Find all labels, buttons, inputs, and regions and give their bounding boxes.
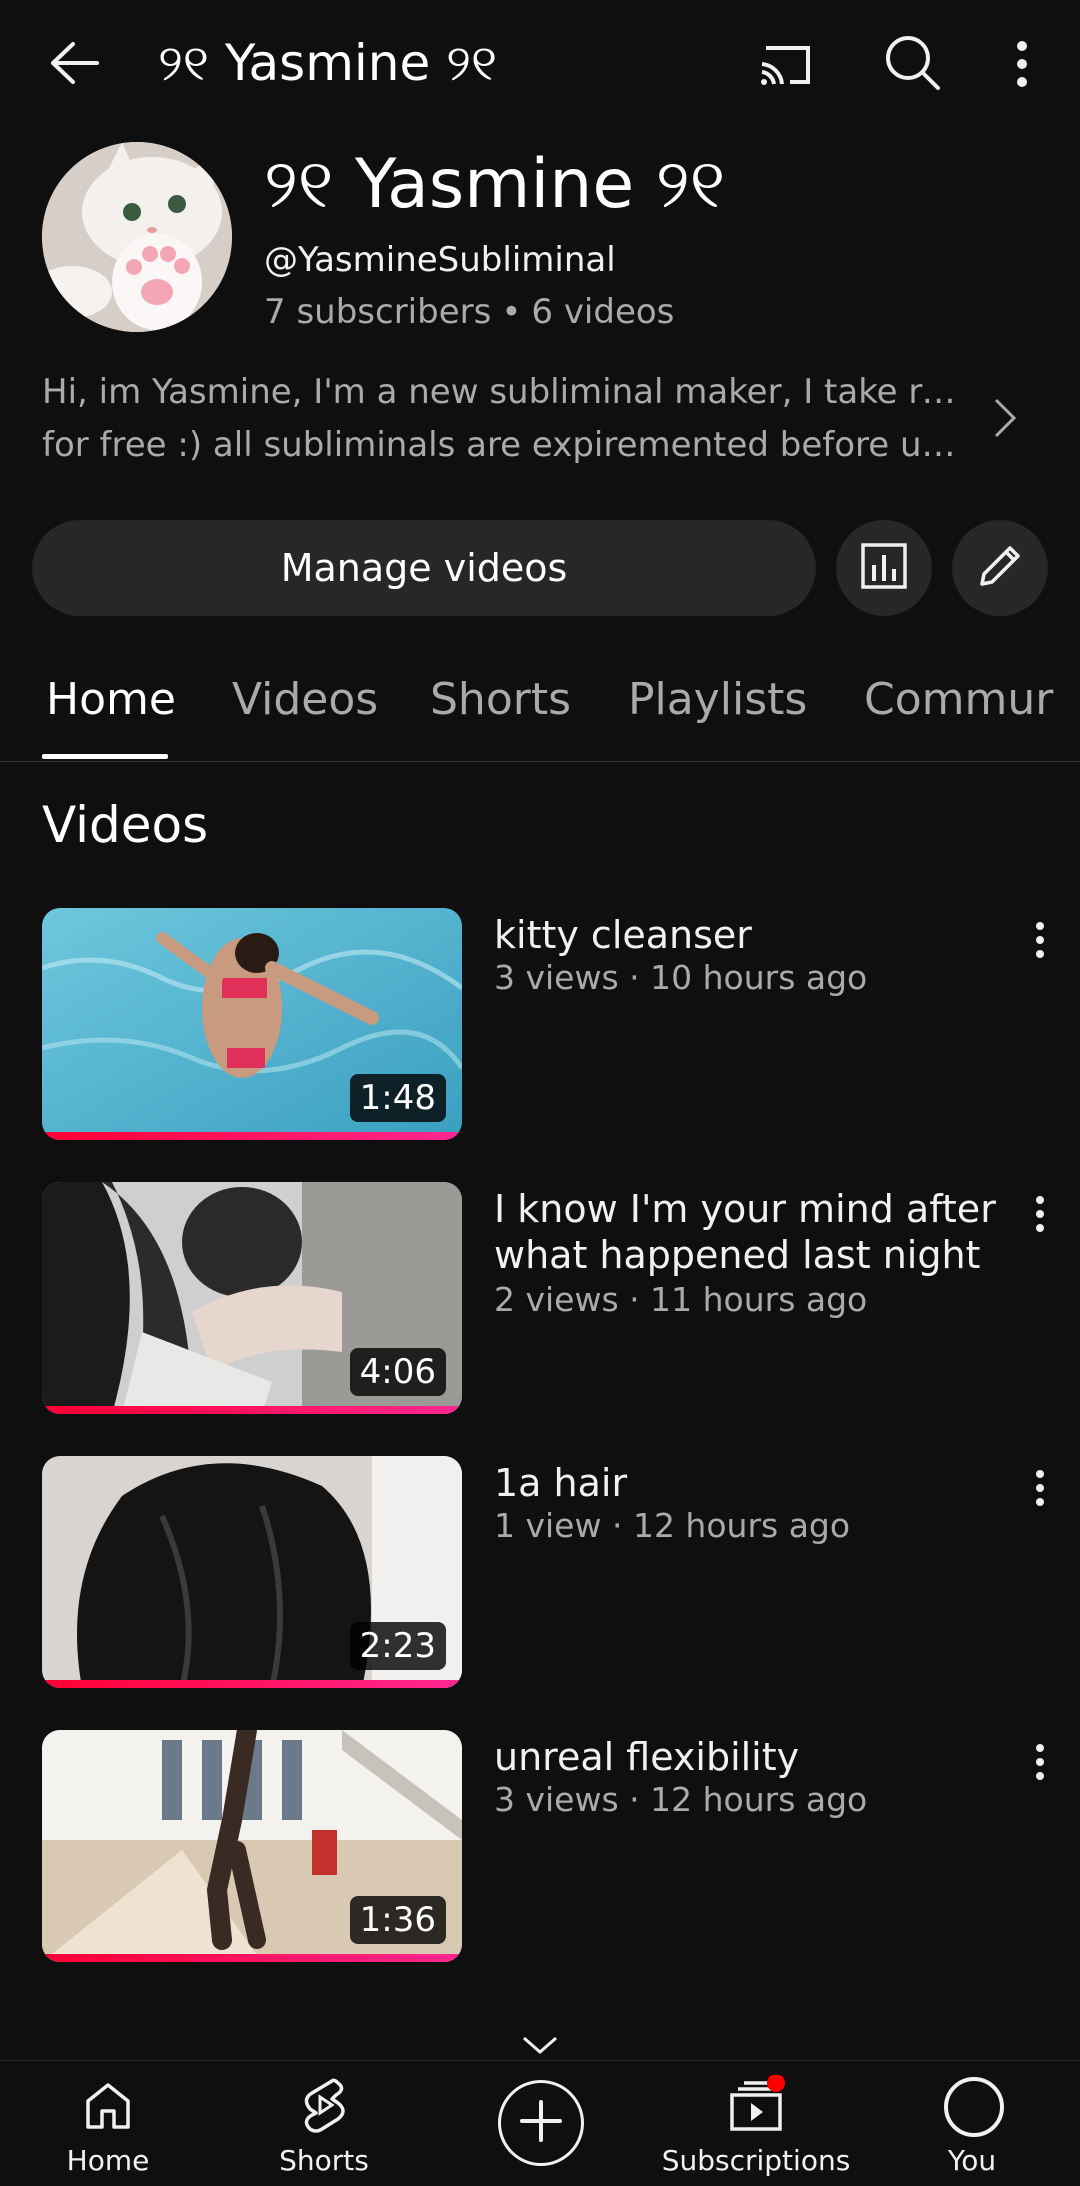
channel-stats: 7 subscribers • 6 videos [264, 288, 674, 336]
video-duration: 4:06 [349, 1348, 446, 1396]
manage-videos-button[interactable]: Manage videos [32, 520, 816, 616]
video-count: 6 videos [531, 292, 675, 332]
video-duration: 2:23 [349, 1622, 446, 1670]
description-line: Hi, im Yasmine, I'm a new subliminal mak… [42, 372, 972, 412]
tab-playlists[interactable]: Playlists [628, 670, 807, 730]
search-icon[interactable] [880, 30, 946, 96]
you-avatar-icon [942, 2075, 1004, 2137]
channel-tabs: Home Videos Shorts Playlists Commur [0, 640, 1080, 762]
watch-progress-bar [42, 1680, 462, 1688]
more-vert-icon[interactable] [1000, 34, 1044, 94]
more-vert-icon[interactable] [1028, 1466, 1052, 1510]
channel-handle: @YasmineSubliminal [264, 240, 616, 280]
pencil-icon [974, 540, 1026, 596]
back-arrow-icon[interactable] [44, 30, 104, 96]
video-meta: 2 views · 11 hours ago [494, 1280, 868, 1319]
video-title[interactable]: unreal flexibility [494, 1734, 1014, 1780]
nav-home-label: Home [66, 2144, 150, 2177]
video-meta: 3 views · 10 hours ago [494, 958, 868, 997]
description-line: for free :) all subliminals are expireme… [42, 425, 972, 465]
channel-avatar[interactable] [42, 142, 232, 332]
create-button[interactable] [498, 2080, 584, 2166]
tab-videos[interactable]: Videos [232, 670, 378, 730]
section-title: Videos [42, 796, 209, 854]
watch-progress-bar [42, 1406, 462, 1414]
channel-description[interactable]: Hi, im Yasmine, I'm a new subliminal mak… [42, 366, 972, 472]
nav-you[interactable]: You [864, 2061, 1080, 2186]
home-icon [78, 2075, 138, 2135]
tab-community[interactable]: Commur [864, 670, 1053, 730]
more-vert-icon[interactable] [1028, 1192, 1052, 1236]
nav-subscriptions[interactable]: Subscriptions [648, 2061, 864, 2186]
chevron-right-icon[interactable] [990, 396, 1020, 440]
video-item[interactable]: 4:06 I know I'm your mind after what hap… [0, 1182, 1080, 1414]
plus-icon [516, 2096, 566, 2150]
nav-subscriptions-label: Subscriptions [661, 2144, 851, 2177]
subscriber-count: 7 subscribers [264, 292, 492, 332]
nav-you-label: You [947, 2144, 997, 2177]
more-vert-icon[interactable] [1028, 918, 1052, 962]
chevron-down-icon[interactable] [520, 2030, 560, 2060]
video-thumbnail[interactable]: 1:36 [42, 1730, 462, 1962]
video-title[interactable]: I know I'm your mind after what happened… [494, 1186, 1014, 1278]
video-title[interactable]: kitty cleanser [494, 912, 1014, 958]
video-thumbnail[interactable]: 2:23 [42, 1456, 462, 1688]
nav-shorts-label: Shorts [279, 2144, 369, 2177]
tab-home[interactable]: Home [46, 670, 176, 730]
video-thumbnail[interactable]: 1:48 [42, 908, 462, 1140]
analytics-button[interactable] [836, 520, 932, 616]
analytics-icon [859, 541, 909, 595]
video-meta: 3 views · 12 hours ago [494, 1780, 868, 1819]
top-app-bar: ୨୧ Yasmine ୨୧ [0, 0, 1080, 126]
video-duration: 1:36 [349, 1896, 446, 1944]
active-tab-indicator [42, 754, 168, 759]
video-duration: 1:48 [349, 1074, 446, 1122]
edit-channel-button[interactable] [952, 520, 1048, 616]
video-thumbnail[interactable]: 4:06 [42, 1182, 462, 1414]
video-title[interactable]: 1a hair [494, 1460, 1014, 1506]
nav-home[interactable]: Home [0, 2061, 216, 2186]
video-item[interactable]: 1:36 unreal flexibility 3 views · 12 hou… [0, 1730, 1080, 1962]
nav-shorts[interactable]: Shorts [216, 2061, 432, 2186]
header-title: ୨୧ Yasmine ୨୧ [158, 34, 498, 92]
stats-separator: • [501, 292, 522, 332]
channel-name: ୨୧ Yasmine ୨୧ [264, 145, 726, 224]
cast-icon[interactable] [756, 34, 816, 94]
watch-progress-bar [42, 1132, 462, 1140]
tab-shorts[interactable]: Shorts [430, 670, 571, 730]
video-item[interactable]: 1:48 kitty cleanser 3 views · 10 hours a… [0, 908, 1080, 1140]
subscriptions-icon [726, 2074, 786, 2135]
watch-progress-bar [42, 1954, 462, 1962]
video-item[interactable]: 2:23 1a hair 1 view · 12 hours ago [0, 1456, 1080, 1688]
more-vert-icon[interactable] [1028, 1740, 1052, 1784]
shorts-icon [294, 2075, 354, 2135]
video-meta: 1 view · 12 hours ago [494, 1506, 851, 1545]
